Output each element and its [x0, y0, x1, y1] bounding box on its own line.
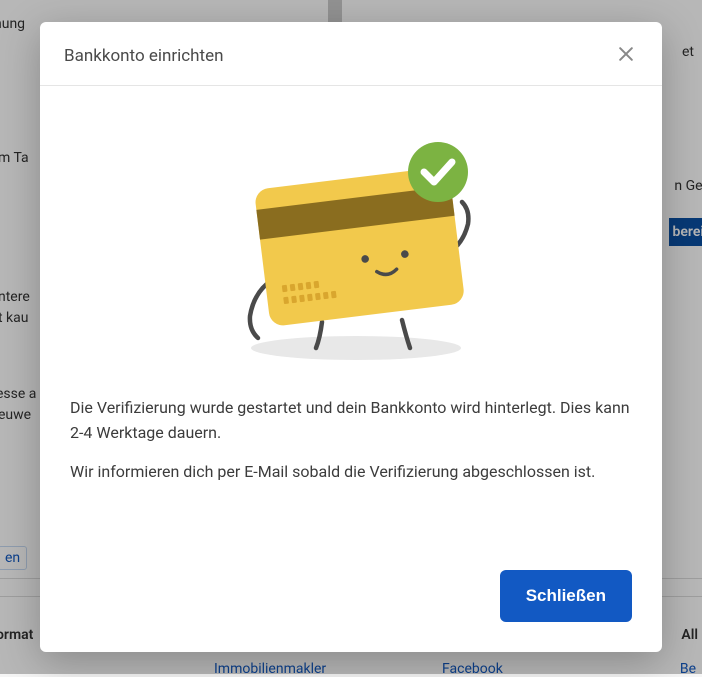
modal-title: Bankkonto einrichten — [64, 46, 224, 66]
close-primary-button[interactable]: Schließen — [500, 570, 632, 622]
verification-started-message: Die Verifizierung wurde gestartet und de… — [70, 396, 632, 446]
email-notify-message: Wir informieren dich per E-Mail sobald d… — [70, 460, 632, 485]
modal-footer: Schließen — [40, 552, 662, 652]
modal-header: Bankkonto einrichten — [40, 22, 662, 86]
close-icon — [616, 44, 636, 67]
bank-setup-modal: Bankkonto einrichten — [40, 22, 662, 652]
card-illustration — [70, 114, 632, 396]
modal-body: Die Verifizierung wurde gestartet und de… — [40, 86, 662, 552]
close-button[interactable] — [612, 40, 640, 71]
